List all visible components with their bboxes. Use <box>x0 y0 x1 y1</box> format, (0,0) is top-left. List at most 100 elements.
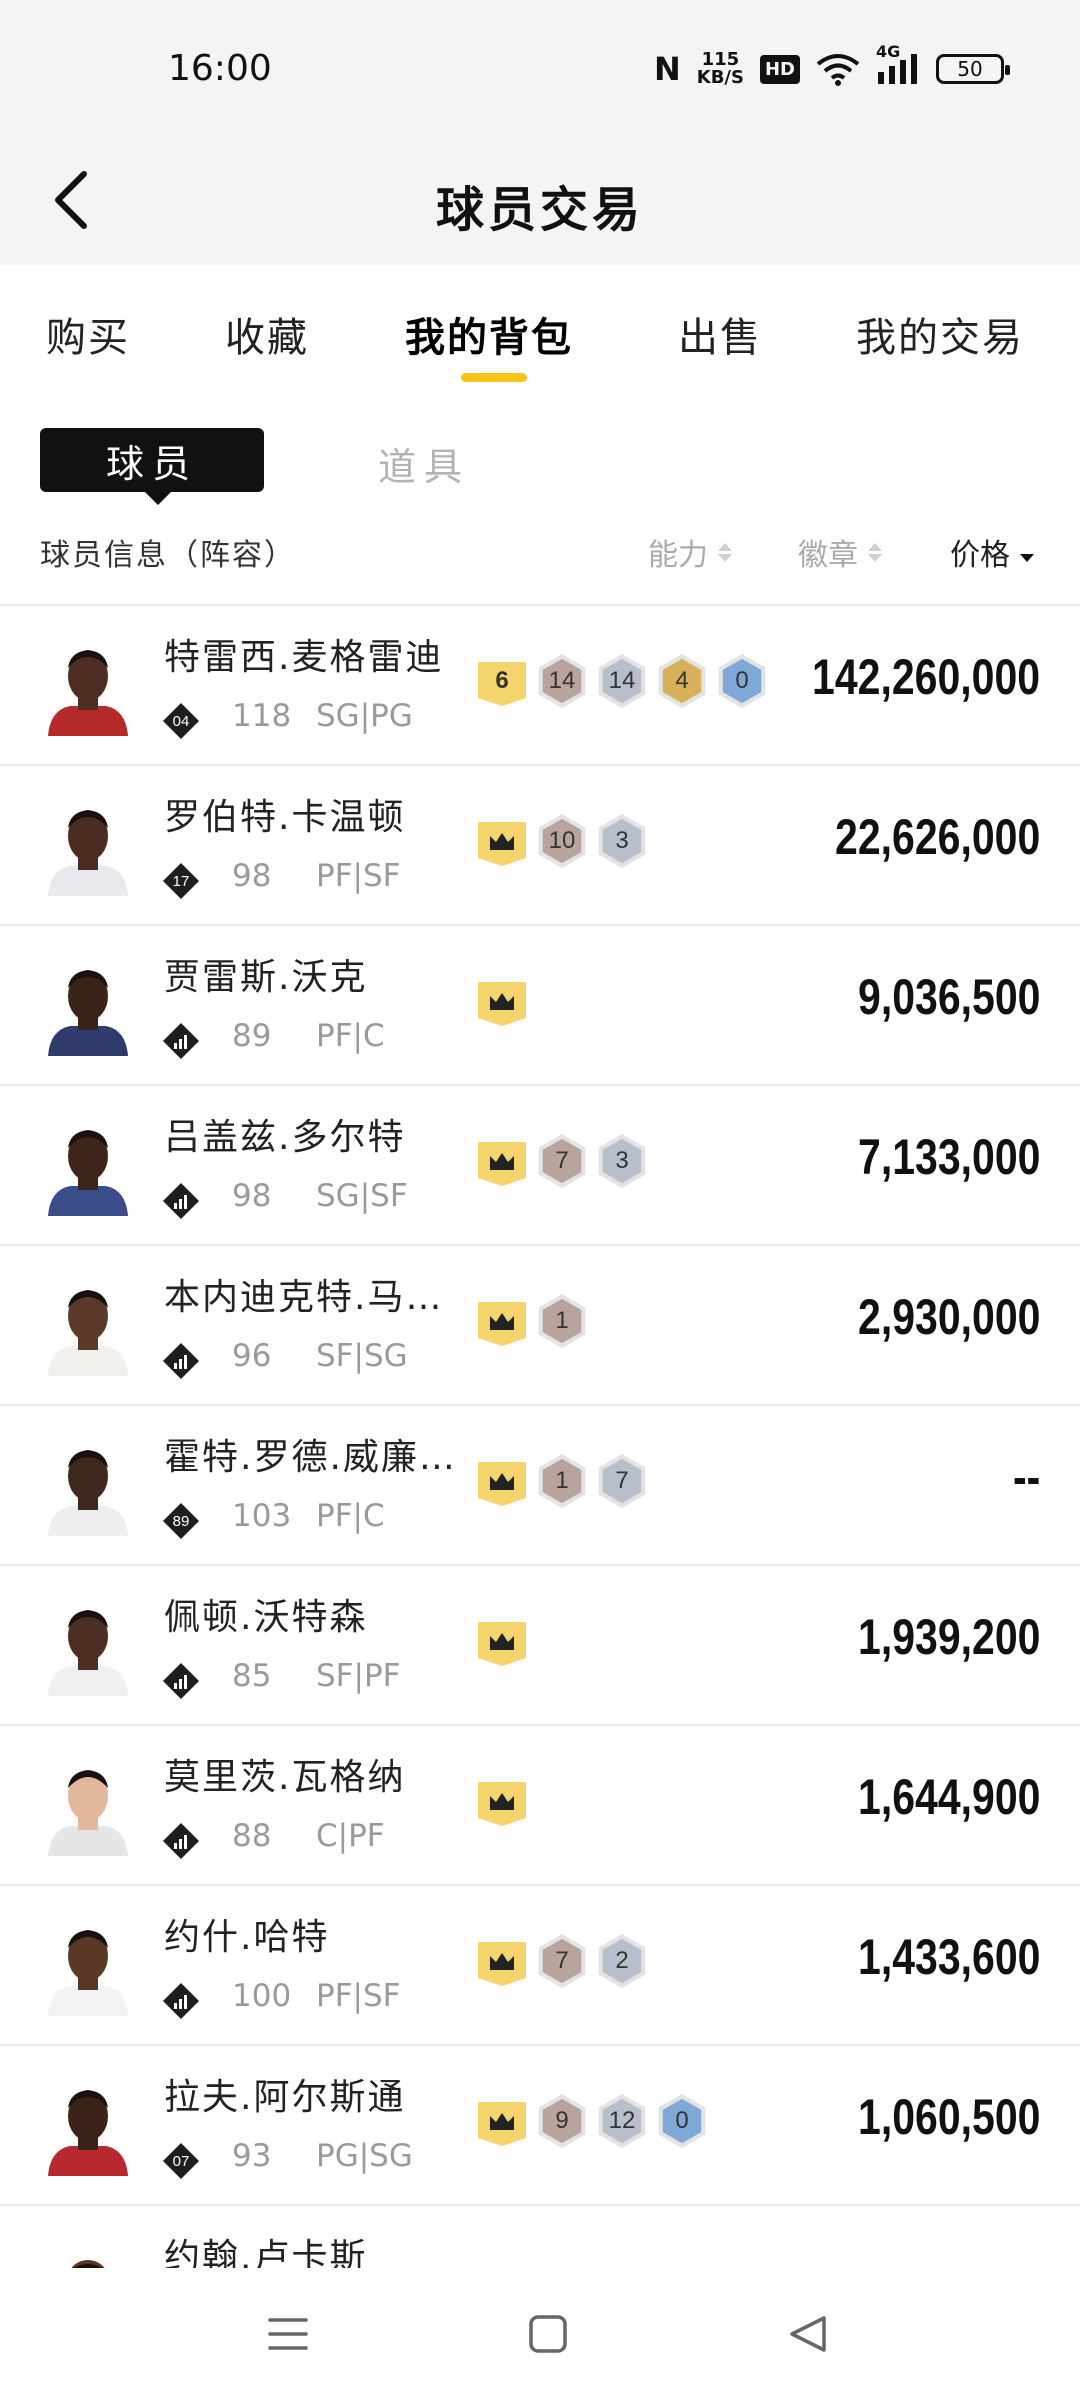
player-row[interactable]: 拉夫.阿尔斯通 07 93 PG|SG 9 12 0 1,060,500 <box>0 2046 1080 2206</box>
player-avatar <box>40 636 136 736</box>
bronze-badge: 14 <box>536 652 588 710</box>
signal-bars-icon <box>162 1022 200 1060</box>
silver-badge: 7 <box>596 1452 648 1510</box>
tab-favorites[interactable]: 收藏 <box>225 305 309 363</box>
badge-count: 2 <box>615 1947 629 1974</box>
sort-badge[interactable]: 徽章 <box>798 530 882 574</box>
silver-badge: 12 <box>596 2092 648 2150</box>
tab-sell[interactable]: 出售 <box>678 305 762 363</box>
signal-icon: 4G <box>876 42 920 86</box>
badge-count: 3 <box>615 1147 629 1174</box>
tab-my-trades[interactable]: 我的交易 <box>856 305 1024 363</box>
sort-ability[interactable]: 能力 <box>648 530 732 574</box>
player-row[interactable]: 佩顿.沃特森 85 SF|PF 1,939,200 <box>0 1566 1080 1726</box>
sort-desc-icon <box>1020 543 1034 562</box>
player-name: 特雷西.麦格雷迪 <box>164 637 444 678</box>
player-avatar <box>40 1596 136 1696</box>
hd-icon: HD <box>759 54 800 84</box>
player-name: 贾雷斯.沃克 <box>164 957 368 998</box>
network-type: 4G <box>876 42 901 61</box>
player-row[interactable]: 吕盖兹.多尔特 98 SG|SF 7 3 7,133,000 <box>0 1086 1080 1246</box>
silver-badge: 3 <box>596 812 648 870</box>
gold-badge: 6 <box>476 652 528 710</box>
player-position: PF|SF <box>316 1978 401 2014</box>
player-avatar <box>40 956 136 1056</box>
speed-unit: KB/S <box>696 67 744 88</box>
wifi-icon <box>816 52 860 86</box>
badge-count: 10 <box>548 827 576 854</box>
badge-group <box>476 1612 528 1670</box>
blue-badge: 0 <box>656 2092 708 2150</box>
player-price: 2,930,000 <box>857 1289 1040 1345</box>
player-price: 1,060,500 <box>857 2089 1040 2145</box>
player-name: 罗伯特.卡温顿 <box>164 797 406 838</box>
badge-count: 1 <box>555 1467 569 1494</box>
signal-bars-icon <box>162 1982 200 2020</box>
menu-nav-button[interactable] <box>258 2306 318 2362</box>
battery-icon: 50 <box>936 54 1010 84</box>
subtab-bar: 球员 道具 <box>0 420 1080 520</box>
player-avatar <box>40 1276 136 1376</box>
player-avatar <box>40 796 136 896</box>
player-name: 佩顿.沃特森 <box>164 1597 368 1638</box>
signal-bars-icon <box>162 1342 200 1380</box>
player-row-partial[interactable]: 约翰.卢卡斯 <box>0 2206 1080 2278</box>
badge-count: 0 <box>735 667 749 694</box>
column-ability-label: 能力 <box>648 538 708 573</box>
sort-price[interactable]: 价格 <box>950 530 1034 574</box>
crown-badge-icon <box>476 1932 528 1990</box>
player-name: 霍特.罗德.威廉… <box>164 1437 454 1478</box>
player-rating: 88 <box>232 1818 272 1854</box>
player-row[interactable]: 本内迪克特.马… 96 SF|SG 1 2,930,000 <box>0 1246 1080 1406</box>
player-list: 特雷西.麦格雷迪 04 118 SG|PG 6 14 14 4 0 142,260,000 罗伯特.… <box>0 606 1080 2278</box>
active-tab-indicator <box>461 373 527 382</box>
player-avatar <box>40 1756 136 1856</box>
player-row[interactable]: 特雷西.麦格雷迪 04 118 SG|PG 6 14 14 4 0 142,260,000 <box>0 606 1080 766</box>
subtab-players[interactable]: 球员 <box>40 428 264 505</box>
player-position: SG|PG <box>316 698 413 734</box>
signal-bars-icon <box>162 1182 200 1220</box>
player-name: 拉夫.阿尔斯通 <box>164 2077 406 2118</box>
tab-my-backpack[interactable]: 我的背包 <box>405 305 573 363</box>
bronze-badge: 10 <box>536 812 588 870</box>
player-position: SF|PF <box>316 1658 401 1694</box>
player-row[interactable]: 罗伯特.卡温顿 17 98 PF|SF 10 3 22,626,000 <box>0 766 1080 926</box>
player-rating: 100 <box>232 1978 292 2014</box>
badge-group: 73 <box>476 1132 648 1190</box>
column-player-info: 球员信息（阵容） <box>40 538 296 573</box>
player-price: 9,036,500 <box>857 969 1040 1025</box>
badge-group: 1 <box>476 1292 588 1350</box>
badge-group <box>476 972 528 1030</box>
subtab-items[interactable]: 道具 <box>378 436 470 491</box>
list-header: 球员信息（阵容） 能力 徽章 价格 <box>0 520 1080 606</box>
title-bar: 球员交易 <box>0 140 1080 265</box>
player-price: 1,939,200 <box>857 1609 1040 1665</box>
battery-level: 50 <box>957 57 983 81</box>
player-row[interactable]: 贾雷斯.沃克 89 PF|C 9,036,500 <box>0 926 1080 1086</box>
back-nav-button[interactable] <box>778 2306 838 2362</box>
player-row[interactable]: 霍特.罗德.威廉… 89 103 PF|C 1 7 -- <box>0 1406 1080 1566</box>
player-avatar <box>40 1916 136 2016</box>
bronze-badge: 7 <box>536 1132 588 1190</box>
badge-group <box>476 1772 528 1830</box>
player-position: PF|C <box>316 1498 385 1534</box>
badge-count: 9 <box>555 2107 569 2134</box>
badge-count: 14 <box>608 667 636 694</box>
player-rating: 118 <box>232 698 292 734</box>
player-row[interactable]: 莫里茨.瓦格纳 88 C|PF 1,644,900 <box>0 1726 1080 1886</box>
home-nav-button[interactable] <box>518 2306 578 2362</box>
status-icons: N 115 KB/S HD 4G 50 <box>653 42 1010 88</box>
nfc-icon: N <box>653 50 681 88</box>
crown-badge-icon <box>476 1612 528 1670</box>
badge-count: 3 <box>615 827 629 854</box>
column-price-label: 价格 <box>950 538 1010 573</box>
player-name: 莫里茨.瓦格纳 <box>164 1757 406 1798</box>
player-rating: 98 <box>232 858 272 894</box>
tab-buy[interactable]: 购买 <box>46 305 130 363</box>
player-row[interactable]: 约什.哈特 100 PF|SF 7 2 1,433,600 <box>0 1886 1080 2046</box>
menu-icon <box>268 2318 308 2350</box>
player-name: 本内迪克特.马… <box>164 1277 444 1318</box>
badge-group: 9 12 0 <box>476 2092 708 2150</box>
badge-count: 7 <box>555 1147 569 1174</box>
badge-count: 0 <box>675 2107 689 2134</box>
